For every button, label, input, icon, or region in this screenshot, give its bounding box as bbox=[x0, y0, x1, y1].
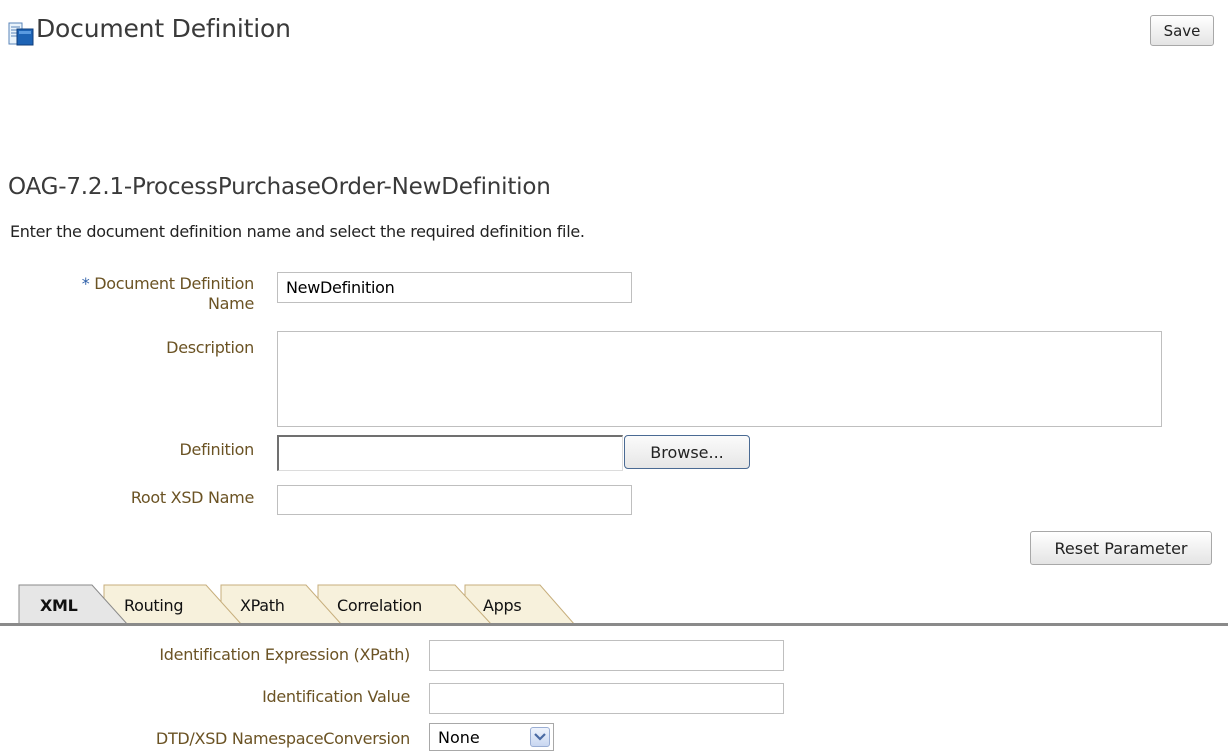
root-xsd-name-label: Root XSD Name bbox=[130, 488, 254, 507]
tab-correlation[interactable]: Correlation bbox=[337, 596, 422, 615]
tab-underline bbox=[0, 623, 1228, 626]
required-marker: * bbox=[81, 274, 90, 293]
section-title: OAG-7.2.1-ProcessPurchaseOrder-NewDefini… bbox=[8, 174, 551, 200]
instruction-text: Enter the document definition name and s… bbox=[10, 222, 585, 241]
definition-file-input[interactable] bbox=[277, 435, 623, 471]
namespace-conversion-value: None bbox=[438, 727, 480, 747]
namespace-conversion-label: DTD/XSD NamespaceConversion bbox=[155, 729, 410, 748]
chevron-down-icon[interactable] bbox=[530, 727, 550, 747]
definition-label: Definition bbox=[179, 440, 255, 459]
description-label: Description bbox=[166, 338, 254, 357]
document-definition-icon bbox=[8, 22, 34, 46]
name-label-line2: Name bbox=[207, 294, 254, 313]
tab-apps[interactable]: Apps bbox=[483, 596, 522, 615]
page-title: Document Definition bbox=[36, 14, 291, 43]
reset-parameter-button[interactable]: Reset Parameter bbox=[1030, 531, 1212, 565]
name-label-line1: Document Definition bbox=[94, 274, 254, 293]
identification-value-label: Identification Value bbox=[262, 687, 410, 706]
namespace-conversion-select[interactable]: None bbox=[429, 723, 554, 751]
identification-expression-label: Identification Expression (XPath) bbox=[159, 645, 410, 664]
description-textarea[interactable] bbox=[277, 331, 1162, 427]
tab-strip bbox=[18, 584, 577, 626]
browse-button[interactable]: Browse... bbox=[624, 435, 750, 469]
identification-value-input[interactable] bbox=[429, 683, 784, 714]
document-definition-name-label: * Document Definition Name bbox=[30, 274, 255, 314]
tab-xpath[interactable]: XPath bbox=[240, 596, 285, 615]
tab-routing[interactable]: Routing bbox=[124, 596, 184, 615]
save-button[interactable]: Save bbox=[1150, 15, 1214, 46]
root-xsd-name-input[interactable] bbox=[277, 485, 632, 515]
tab-xml[interactable]: XML bbox=[40, 596, 78, 615]
document-definition-name-input[interactable]: NewDefinition bbox=[277, 272, 632, 303]
identification-expression-input[interactable] bbox=[429, 640, 784, 671]
